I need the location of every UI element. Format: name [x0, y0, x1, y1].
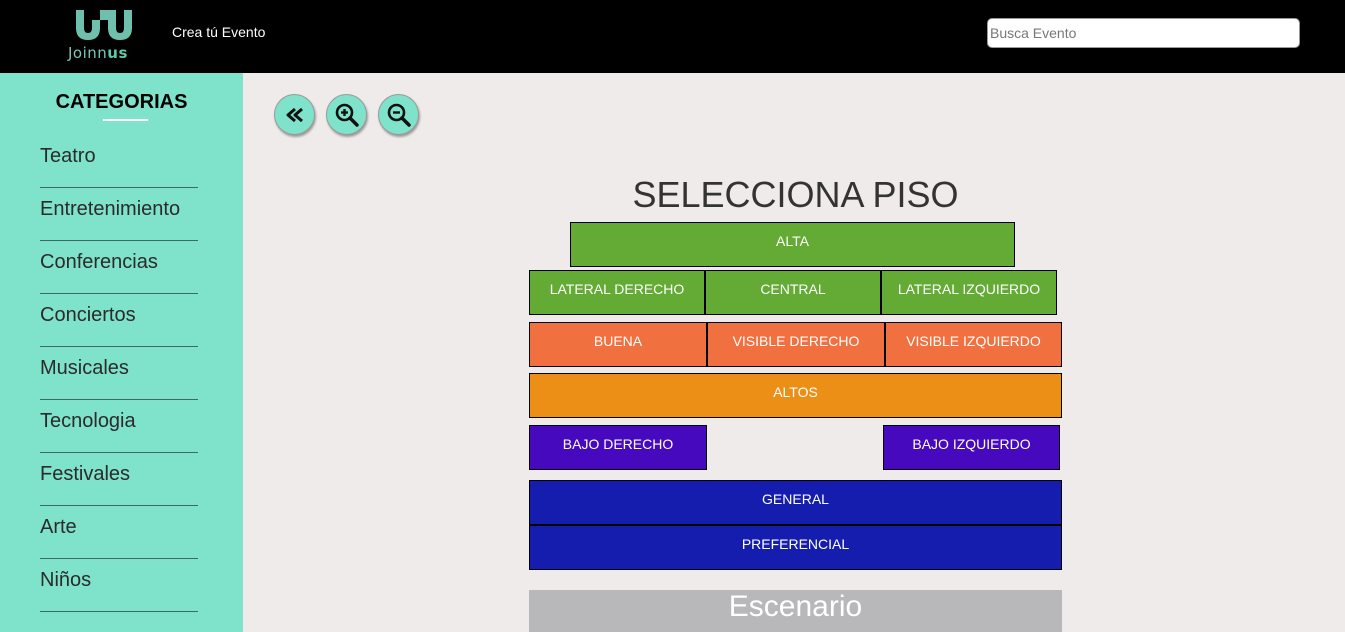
sidebar-item-teatro[interactable]: Teatro [40, 135, 198, 188]
categories-sidebar: CATEGORIAS Teatro Entretenimiento Confer… [0, 73, 243, 632]
sidebar-item-festivales[interactable]: Festivales [40, 453, 198, 506]
zone-alta[interactable]: ALTA [570, 222, 1015, 267]
zoom-out-button[interactable] [378, 94, 419, 135]
logo-text: Joinnus [68, 44, 128, 62]
top-bar: Joinnus Crea tú Evento [0, 0, 1345, 73]
zone-lateral-derecho[interactable]: LATERAL DERECHO [529, 270, 705, 315]
sidebar-item-entretenimiento[interactable]: Entretenimiento [40, 188, 198, 241]
sidebar-title: CATEGORIAS [55, 91, 188, 113]
zone-general[interactable]: GENERAL [529, 480, 1062, 525]
sidebar-item-conferencias[interactable]: Conferencias [40, 241, 198, 294]
zoom-out-icon [387, 103, 411, 127]
zone-visible-izquierdo[interactable]: VISIBLE IZQUIERDO [885, 322, 1062, 367]
back-button[interactable] [274, 94, 315, 135]
zone-altos[interactable]: ALTOS [529, 373, 1062, 418]
stage-label: Escenario [529, 590, 1062, 632]
page-title: SELECCIONA PISO [632, 174, 959, 215]
title-underline [103, 119, 148, 121]
sidebar-item-tecnologia[interactable]: Tecnologia [40, 400, 198, 453]
zone-buena[interactable]: BUENA [529, 322, 707, 367]
zone-lateral-izquierdo[interactable]: LATERAL IZQUIERDO [881, 270, 1057, 315]
sidebar-item-musicales[interactable]: Musicales [40, 347, 198, 400]
zoom-in-icon [335, 103, 359, 127]
sidebar-item-arte[interactable]: Arte [40, 506, 198, 559]
zone-visible-derecho[interactable]: VISIBLE DERECHO [707, 322, 885, 367]
zoom-in-button[interactable] [326, 94, 367, 135]
joinnus-logo[interactable]: Joinnus [68, 6, 146, 62]
sidebar-item-conciertos[interactable]: Conciertos [40, 294, 198, 347]
zone-bajo-izquierdo[interactable]: BAJO IZQUIERDO [883, 425, 1060, 470]
zone-preferencial[interactable]: PREFERENCIAL [529, 525, 1062, 570]
category-list: Teatro Entretenimiento Conferencias Conc… [40, 135, 198, 612]
double-chevron-left-icon [286, 107, 303, 122]
zone-bajo-derecho[interactable]: BAJO DERECHO [529, 425, 707, 470]
create-event-link[interactable]: Crea tú Evento [172, 24, 265, 40]
zone-central[interactable]: CENTRAL [705, 270, 881, 315]
search-input[interactable] [987, 18, 1300, 48]
sidebar-item-ninos[interactable]: Niños [40, 559, 198, 612]
logo-mark-icon [76, 10, 132, 40]
